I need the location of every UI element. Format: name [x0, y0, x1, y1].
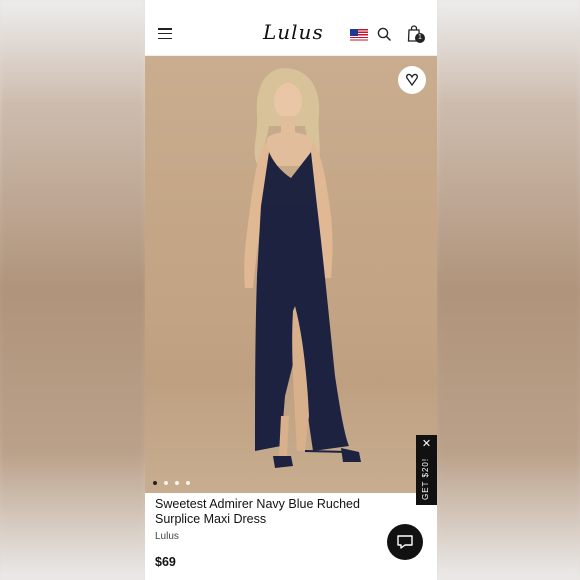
carousel-dot[interactable]: [153, 481, 157, 485]
us-flag-icon[interactable]: [350, 29, 368, 42]
search-icon[interactable]: [377, 27, 391, 41]
product-brand[interactable]: Lulus: [155, 531, 179, 542]
chat-button[interactable]: [387, 524, 423, 560]
promo-tab[interactable]: ✕ GET $20!: [416, 435, 437, 505]
hamburger-icon[interactable]: [158, 28, 172, 39]
carousel-dot[interactable]: [175, 481, 179, 485]
background-blur-left: [0, 0, 145, 580]
wishlist-button[interactable]: [398, 66, 426, 94]
product-title: Sweetest Admirer Navy Blue Ruched Surpli…: [155, 497, 360, 526]
model-in-dress-image: [244, 68, 361, 468]
cart-count-badge: 1: [415, 33, 425, 43]
image-carousel-dots[interactable]: [153, 481, 190, 485]
carousel-dot[interactable]: [186, 481, 190, 485]
site-header: Lulus 1: [145, 0, 437, 56]
chat-icon: [397, 535, 413, 549]
carousel-dot[interactable]: [164, 481, 168, 485]
promo-label: GET $20!: [421, 457, 430, 500]
background-blur-right: [437, 0, 580, 580]
phone-screen: Lulus 1 ✕ GET $20! Sweetest Admirer Navy…: [145, 0, 437, 580]
heart-icon: [406, 73, 418, 87]
product-image[interactable]: [145, 56, 437, 493]
product-price: $69: [155, 555, 176, 569]
close-icon[interactable]: ✕: [421, 439, 432, 450]
site-logo[interactable]: Lulus: [263, 20, 323, 44]
